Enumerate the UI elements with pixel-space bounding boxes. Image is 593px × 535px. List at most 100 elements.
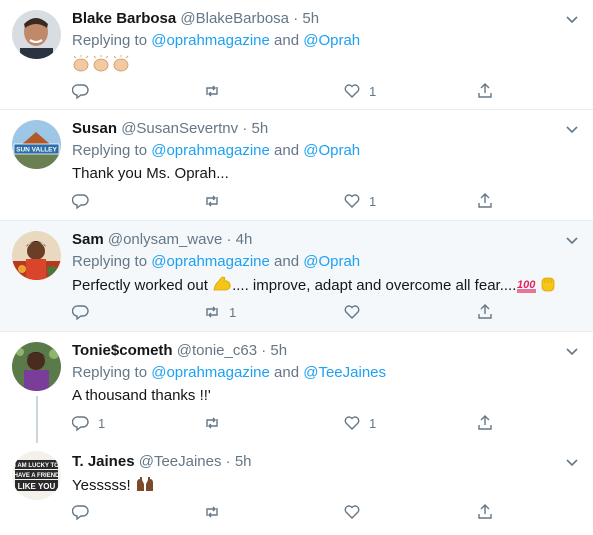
timestamp[interactable]: 5h [270,342,287,359]
chevron-down-icon[interactable] [565,233,579,247]
avatar[interactable]: I AM LUCKY TO HAVE A FRIEND LIKE YOU [12,451,61,500]
share-button[interactable] [476,80,494,102]
replying-to: Replying to @oprahmagazine and @Oprah [72,141,360,161]
retweet-button[interactable] [203,412,229,434]
reply-button[interactable]: 1 [72,412,105,434]
chevron-down-icon[interactable] [565,455,579,469]
reply-icon [72,505,89,521]
heart-icon [344,416,360,430]
retweet-icon [206,506,218,518]
tweet-text [72,54,132,77]
tweet-actions: 1 [72,190,522,212]
chevron-down-icon[interactable] [565,12,579,26]
mention-link[interactable]: @oprahmagazine [151,364,270,381]
avatar-text-line: HAVE A FRIEND [14,473,60,479]
avatar[interactable] [12,10,61,59]
share-icon [478,83,492,98]
user-handle[interactable]: @onlysam_wave [108,231,222,248]
user-handle[interactable]: @BlakeBarbosa [180,10,289,27]
timestamp[interactable]: 4h [236,231,253,248]
like-button[interactable]: 1 [343,190,376,212]
mention-link[interactable]: @Oprah [303,253,360,270]
tweet-text: Thank you Ms. Oprah... [72,165,229,182]
reply-button[interactable] [72,80,98,102]
tweet-tonie[interactable]: Tonie$cometh @tonie_c63 · 5h Replying to… [0,332,593,443]
share-button[interactable] [476,501,494,523]
tweet-t-jaines[interactable]: I AM LUCKY TO HAVE A FRIEND LIKE YOU T. … [0,443,593,535]
reply-button[interactable] [72,501,98,523]
timestamp[interactable]: 5h [302,10,319,27]
share-button[interactable] [476,412,494,434]
retweet-button[interactable] [203,190,229,212]
timestamp[interactable]: 5h [251,120,268,137]
share-button[interactable] [476,190,494,212]
mention-link[interactable]: @Oprah [303,142,360,159]
share-button[interactable] [476,301,494,323]
display-name[interactable]: T. Jaines [72,453,135,470]
user-handle[interactable]: @tonie_c63 [177,342,257,359]
reply-icon [72,194,89,210]
tweet-sam[interactable]: Sam @onlysam_wave · 4h Replying to @opra… [0,221,593,332]
tweet-actions: 1 [72,80,522,102]
replying-to: Replying to @oprahmagazine and @Oprah [72,31,360,51]
like-button[interactable]: 1 [343,412,376,434]
reply-button[interactable] [72,301,98,323]
like-button[interactable] [343,501,369,523]
share-icon [478,304,492,319]
avatar[interactable] [12,231,61,280]
heart-icon [344,84,360,98]
like-count: 1 [369,193,377,209]
reply-feed: Blake Barbosa @BlakeBarbosa · 5h Replyin… [0,0,593,535]
retweet-icon [206,195,218,207]
timestamp[interactable]: 5h [235,453,252,470]
replying-to: Replying to @oprahmagazine and @Oprah [72,252,360,272]
avatar-text-line: LIKE YOU [18,482,56,491]
user-handle[interactable]: @TeeJaines [139,453,222,470]
tweet-blake-barbosa[interactable]: Blake Barbosa @BlakeBarbosa · 5h Replyin… [0,0,593,110]
avatar[interactable]: SUN VALLEY [12,120,61,169]
tweet-text-part: .... improve, adapt and overcome all fea… [232,277,517,294]
display-name[interactable]: Blake Barbosa [72,10,176,27]
chevron-down-icon[interactable] [565,344,579,358]
chevron-down-icon[interactable] [565,122,579,136]
separator: · [293,10,299,27]
separator: · [261,342,267,359]
display-name[interactable]: Tonie$cometh [72,342,173,359]
like-button[interactable]: 1 [343,80,376,102]
tweet-header: Sam @onlysam_wave · 4h [72,230,252,250]
display-name[interactable]: Sam [72,231,104,248]
retweet-icon [206,306,218,318]
user-handle[interactable]: @SusanSevertnv [121,120,238,137]
conjunction: and [269,32,304,49]
display-name[interactable]: Susan [72,120,117,137]
tweet-actions: 1 [72,301,522,323]
avatar-text: SUN VALLEY [16,147,57,154]
like-button[interactable] [343,301,369,323]
reply-button[interactable] [72,190,98,212]
tweet-header: Tonie$cometh @tonie_c63 · 5h [72,341,287,361]
separator: · [242,120,248,137]
retweet-button[interactable] [203,80,229,102]
conjunction: and [269,364,304,381]
like-count: 1 [369,415,377,431]
like-count: 1 [369,83,377,99]
replying-label: Replying to [72,364,152,381]
mention-link[interactable]: @oprahmagazine [151,32,270,49]
retweet-icon [206,85,218,97]
tweet-header: Susan @SusanSevertnv · 5h [72,119,268,139]
clapping-hands-icon [73,55,129,72]
retweet-button[interactable]: 1 [203,301,236,323]
tweet-susan[interactable]: SUN VALLEY Susan @SusanSevertnv · 5h Rep… [0,110,593,221]
reply-count: 1 [98,415,106,431]
mention-link[interactable]: @Oprah [303,32,360,49]
tweet-text-part: Perfectly worked out [72,277,213,294]
mention-link[interactable]: @oprahmagazine [151,142,270,159]
reply-icon [72,84,89,100]
retweet-button[interactable] [203,501,229,523]
tweet-actions [72,501,522,523]
mention-link[interactable]: @oprahmagazine [151,253,270,270]
avatar[interactable] [12,342,61,391]
share-icon [478,415,492,430]
reply-icon [72,416,89,432]
mention-link[interactable]: @TeeJaines [303,364,386,381]
